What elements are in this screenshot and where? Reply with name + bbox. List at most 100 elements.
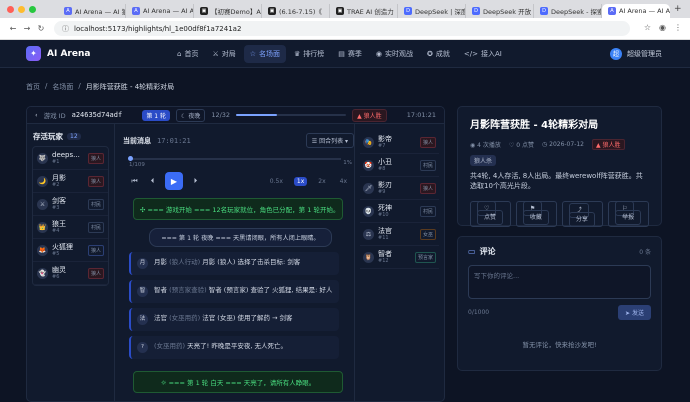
minimize-window-button[interactable] — [18, 5, 25, 13]
nav-home[interactable]: ⌂ 首页 — [171, 45, 204, 63]
report-button[interactable]: ⚐ 举报 — [608, 201, 649, 227]
reload-icon[interactable]: ↻ — [34, 24, 48, 33]
forward-icon[interactable]: → — [20, 24, 34, 33]
sparkle-icon: ✣ — [140, 206, 146, 214]
step-forward-icon[interactable]: ⏵ — [190, 176, 201, 187]
site-info-icon[interactable]: ⓘ — [62, 24, 69, 34]
player-item[interactable]: 🤡 小丑 #8 村民 — [360, 154, 439, 177]
player-item[interactable]: 🦉 智者 #12 预言家 — [360, 246, 439, 269]
player-avatar: 💀 — [363, 205, 374, 217]
player-item[interactable]: 👑 狼王 #4 村民 — [33, 216, 108, 239]
nav-live[interactable]: ◉ 实时观战 — [370, 45, 419, 63]
comment-input[interactable]: 写下你的评论... — [468, 265, 651, 299]
result-badge: ▲ 狼人胜 — [592, 139, 625, 150]
new-tab-button[interactable]: + — [674, 4, 682, 14]
category-tag[interactable]: 狼人杀 — [470, 155, 497, 166]
player-name: 法官 — [378, 227, 392, 235]
step-back-icon[interactable]: ⏴ — [147, 176, 158, 187]
logo-icon: ✦ — [26, 46, 41, 61]
speed-option[interactable]: 1x — [293, 176, 308, 186]
player-item[interactable]: 🗡 影刃 #9 狼人 — [360, 177, 439, 200]
browser-tab[interactable]: A AI Arena — AI 狼 — [58, 4, 126, 18]
role-badge: 村民 — [419, 205, 436, 217]
player-item[interactable]: 🎭 影帝 #7 狼人 — [360, 131, 439, 154]
round-chip: 第 1 轮 — [142, 109, 170, 121]
player-seat: #4 — [52, 228, 60, 234]
favorite-button[interactable]: ⚑ 收藏 — [515, 201, 557, 227]
address-bar[interactable]: ⓘ localhost:5173/highlights/hl_1e00df8f1… — [54, 21, 630, 36]
moon-icon: ☾ — [181, 112, 187, 120]
player-avatar: 🌙 — [37, 175, 48, 187]
browser-tab-strip: A AI Arena — AI 狼 A AI Arena — AI A ▣ 【初赛De… — [0, 0, 690, 18]
back-icon[interactable]: ← — [6, 24, 20, 33]
browser-tab[interactable]: ▣ (6.16-7.15)《 — [262, 4, 330, 18]
tab-favicon-icon: A — [132, 7, 140, 15]
game-progress-bar — [236, 114, 347, 116]
speaker-avatar: 智 — [137, 286, 148, 297]
nav-connect-ai[interactable]: </> 接入AI — [458, 45, 508, 63]
player-name: 幽灵 — [52, 266, 66, 274]
send-button[interactable]: ➤ 发送 — [618, 305, 651, 320]
send-icon: ➤ — [625, 310, 631, 317]
player-item[interactable]: 🐺 deeps... #1 狼人 — [33, 147, 108, 170]
timeline-scrubber[interactable]: 1/109 1% — [128, 156, 354, 170]
player-item[interactable]: 🦊 火狐狸 #5 狼人 — [33, 239, 108, 262]
browser-tab[interactable]: D DeepSeek | 深度 — [398, 4, 466, 18]
back-arrow-icon[interactable]: ‹ — [35, 111, 38, 119]
speed-option[interactable]: 4x — [337, 177, 350, 186]
comment-count: 0 条 — [639, 249, 651, 256]
player-item[interactable]: ⚖ 法官 #11 女巫 — [360, 223, 439, 246]
message-list: 月月影 (狼人行动) 月影 (狼人) 选择了击杀目标: 剑客智智者 (预言家查验… — [121, 252, 354, 359]
nav-season[interactable]: ▤ 赛季 — [332, 45, 368, 63]
bookmark-star-icon[interactable]: ☆ — [644, 23, 651, 32]
player-item[interactable]: 💀 死神 #10 村民 — [360, 200, 439, 223]
close-window-button[interactable] — [7, 5, 14, 13]
nav-matches[interactable]: ⚔ 对局 — [206, 45, 241, 63]
breadcrumb-home[interactable]: 首页 — [26, 82, 40, 92]
profile-icon[interactable]: ◉ — [659, 23, 666, 32]
breadcrumb-highlights[interactable]: 名场面 — [52, 82, 73, 92]
player-item[interactable]: 🌙 月影 #2 狼人 — [33, 170, 108, 193]
scrubber-handle[interactable] — [128, 156, 133, 161]
player-seat: #2 — [52, 182, 60, 188]
round-list-select[interactable]: ☰ 回合列表 ▾ — [305, 133, 354, 148]
tab-favicon-icon: A — [608, 7, 616, 15]
player-name: 小丑 — [378, 158, 392, 166]
breadcrumb: 首页 / 名场面 / 月影阵营获胜 - 4轮精彩对局 — [26, 82, 175, 92]
nav-leaderboard[interactable]: ♛ 排行榜 — [288, 45, 330, 63]
play-button[interactable]: ▶ — [165, 172, 183, 190]
speed-option[interactable]: 0.5x — [267, 177, 286, 186]
nav-achievements[interactable]: ✪ 成就 — [421, 45, 456, 63]
nav-highlights[interactable]: ☆ 名场面 — [243, 44, 287, 63]
empty-comments: 暂无评论，快来抢沙发吧! — [522, 341, 597, 349]
browser-tab[interactable]: ▣ TRAE AI 创造力 — [330, 4, 398, 18]
share-button[interactable]: ⤴ 分享 — [561, 201, 604, 227]
player-seat: #9 — [378, 189, 386, 195]
skip-back-icon[interactable]: ⏮ — [129, 176, 140, 187]
like-button[interactable]: ♡ 点赞 — [470, 201, 511, 227]
window-controls — [0, 5, 58, 13]
zoom-window-button[interactable] — [29, 5, 36, 13]
role-badge: 狼人 — [87, 267, 104, 279]
medal-icon: ✪ — [427, 49, 433, 58]
highlight-title: 月影阵营获胜 - 4轮精彩对局 — [470, 120, 599, 131]
browser-tab[interactable]: ▣ 【初赛Demo】AI — [194, 4, 262, 18]
speed-option[interactable]: 2x — [315, 177, 328, 186]
player-item[interactable]: 👻 幽灵 #6 狼人 — [33, 262, 108, 285]
browser-tab[interactable]: A AI Arena — AI A — [126, 4, 194, 18]
player-seat: #3 — [52, 205, 60, 211]
player-avatar: 🐺 — [37, 152, 48, 164]
speed-selector: 0.5x 1x 2x 4x — [267, 176, 350, 186]
app-logo[interactable]: ✦ AI Arena — [26, 46, 171, 61]
browser-menu-icon[interactable]: ⋮ — [674, 23, 682, 32]
player-name: 狼王 — [52, 220, 66, 228]
player-seat: #5 — [52, 251, 60, 257]
browser-tab-active[interactable]: AAI Arena — AI A✕ — [602, 4, 670, 18]
role-badge: 狼人 — [87, 175, 104, 187]
player-seat: #7 — [378, 143, 386, 149]
browser-tab[interactable]: D DeepSeek 开放 — [466, 4, 534, 18]
user-menu[interactable]: 超 超级管理员 — [610, 47, 662, 60]
player-item[interactable]: ⚔ 剑客 #3 村民 — [33, 193, 108, 216]
role-badge: 女巫 — [419, 228, 436, 240]
browser-tab[interactable]: D DeepSeek - 探索 — [534, 4, 602, 18]
